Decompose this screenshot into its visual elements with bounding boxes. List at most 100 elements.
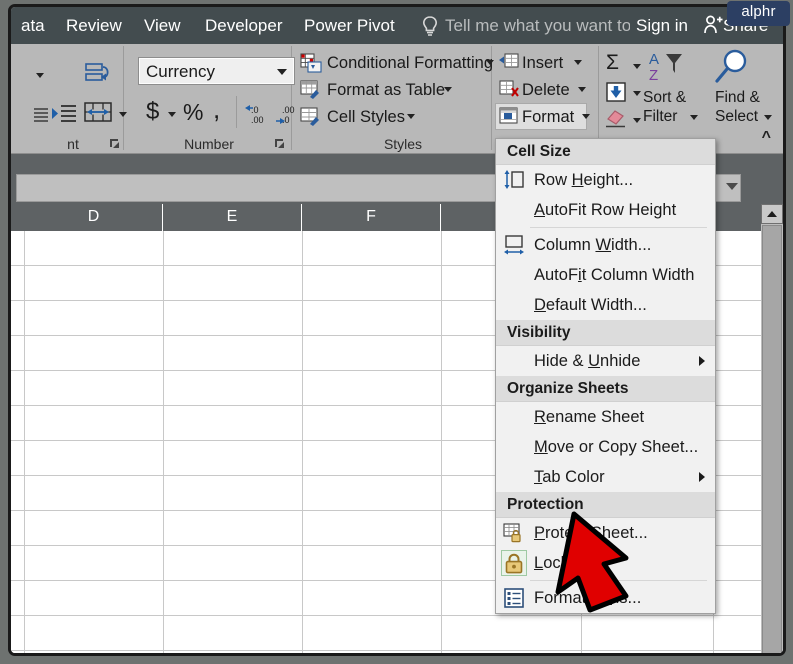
sign-in-link[interactable]: Sign in (636, 12, 688, 39)
column-header-e[interactable]: E (163, 204, 302, 231)
scroll-up-arrow-icon[interactable] (761, 204, 783, 224)
find-select-line2: Select (715, 108, 759, 125)
cell-styles-icon (300, 107, 322, 127)
menu-item-format-cells[interactable]: Format Cells... (496, 583, 715, 613)
fill-down-icon[interactable] (605, 81, 627, 103)
percent-style-button[interactable]: % (183, 99, 203, 125)
autosum-icon[interactable]: Σ (606, 52, 628, 74)
vertical-scroll-thumb[interactable] (762, 225, 782, 653)
merge-dropdown-caret-icon[interactable] (117, 107, 129, 119)
lock-cell-icon (501, 550, 527, 576)
row-height-icon (503, 169, 525, 191)
accounting-number-format-button[interactable]: $ (146, 99, 162, 125)
format-as-table-label: Format as Table (327, 81, 445, 99)
delete-label: Delete (522, 81, 570, 99)
menu-item-hide-and-unhide[interactable]: Hide & Unhide (496, 346, 715, 376)
tab-review[interactable]: Review (66, 12, 122, 40)
number-format-value: Currency (146, 62, 215, 81)
menu-item-tab-color[interactable]: Tab Color (496, 462, 715, 492)
alignment-dialog-launcher[interactable] (109, 138, 121, 150)
menu-item-label: Rename Sheet (534, 408, 645, 426)
submenu-arrow-icon (699, 356, 705, 366)
number-dialog-launcher[interactable] (274, 138, 286, 150)
chevron-down-icon[interactable] (486, 60, 494, 65)
increase-decimal-button[interactable]: .00 .0 (276, 102, 302, 126)
chevron-down-icon[interactable] (444, 87, 452, 92)
menu-section-header-cell-size: Cell Size (496, 139, 715, 165)
increase-indent-icon[interactable] (51, 102, 77, 126)
svg-text:Z: Z (649, 67, 658, 84)
group-divider (598, 46, 599, 150)
format-dropdown-menu[interactable]: Cell Size Row Height... AutoFit Row Heig… (495, 138, 716, 614)
svg-text:.00: .00 (282, 105, 295, 115)
menu-item-row-height[interactable]: Row Height... (496, 165, 715, 195)
number-format-combo[interactable]: Currency (138, 57, 295, 85)
format-cells-ribbon-icon (499, 106, 519, 126)
chevron-down-icon[interactable] (574, 60, 582, 65)
menu-item-default-width[interactable]: Default Width... (496, 290, 715, 320)
comma-style-button[interactable]: , (213, 96, 229, 126)
alignment-dropdown-caret-icon[interactable] (33, 68, 47, 82)
vertical-scrollbar[interactable] (761, 204, 783, 653)
menu-item-label: Lock Cell (534, 554, 602, 572)
menu-separator (530, 227, 707, 228)
menu-item-autofit-column-width[interactable]: AutoFit Column Width (496, 260, 715, 290)
menu-item-label: Move or Copy Sheet... (534, 438, 699, 456)
grid-line-vertical (24, 231, 25, 653)
chevron-down-icon[interactable] (764, 115, 772, 120)
wrap-text-icon[interactable] (83, 60, 113, 90)
menu-item-protect-sheet[interactable]: Protect Sheet... (496, 518, 715, 548)
menu-item-label: Protect Sheet... (534, 524, 648, 542)
fill-caret-icon[interactable] (631, 86, 643, 98)
chevron-down-icon[interactable] (407, 114, 415, 119)
chevron-down-icon[interactable] (578, 87, 586, 92)
chevron-down-icon[interactable] (690, 115, 698, 120)
menu-separator (530, 580, 707, 581)
menu-item-column-width[interactable]: Column Width... (496, 230, 715, 260)
alphr-watermark-label: alphr (741, 3, 776, 20)
group-label-number: Number (184, 136, 234, 152)
sort-filter-line1: Sort & (643, 89, 687, 106)
tab-developer[interactable]: Developer (205, 12, 283, 40)
tab-view[interactable]: View (144, 12, 181, 40)
menu-item-label: AutoFit Row Height (534, 201, 677, 219)
format-cells-icon (503, 587, 525, 609)
chevron-down-icon[interactable] (277, 69, 287, 75)
menu-section-header-organize-sheets: Organize Sheets (496, 376, 715, 402)
menu-item-label: AutoFit Column Width (534, 266, 695, 284)
clear-caret-icon[interactable] (631, 113, 643, 125)
tab-power-pivot[interactable]: Power Pivot (304, 12, 395, 40)
menu-item-label: Tab Color (534, 468, 605, 486)
chevron-down-icon[interactable] (726, 183, 738, 190)
column-header-f[interactable]: F (302, 204, 441, 231)
accounting-caret-icon[interactable] (166, 107, 178, 119)
collapse-ribbon-arrow[interactable]: ^ (762, 129, 771, 147)
menu-item-lock-cell[interactable]: Lock Cell (496, 548, 715, 578)
person-share-icon (703, 13, 723, 37)
clear-eraser-icon[interactable] (605, 108, 629, 130)
menu-item-rename-sheet[interactable]: Rename Sheet (496, 402, 715, 432)
grid-line-horizontal (11, 615, 783, 616)
svg-text:.00: .00 (251, 115, 264, 125)
sort-filter-icon: A Z (649, 50, 691, 84)
insert-cells-icon (499, 53, 519, 73)
decrease-decimal-button[interactable]: .0 .00 (244, 102, 270, 126)
tab-data[interactable]: ata (21, 12, 45, 40)
merge-and-center-icon[interactable] (83, 100, 113, 126)
menu-item-autofit-row-height[interactable]: AutoFit Row Height (496, 195, 715, 225)
menu-item-label: Hide & Unhide (534, 352, 641, 370)
tell-me-search[interactable]: Tell me what you want to do (445, 12, 630, 40)
excel-window-screenshot: ata Review View Developer Power Pivot Te… (0, 0, 793, 664)
grid-line-vertical (163, 231, 164, 653)
menu-item-label: Default Width... (534, 296, 647, 314)
autosum-caret-icon[interactable] (631, 59, 643, 71)
group-divider (123, 46, 124, 150)
lightbulb-icon (421, 15, 439, 37)
column-header-d[interactable]: D (25, 204, 163, 231)
svg-text:A: A (649, 51, 659, 68)
menu-item-move-or-copy-sheet[interactable]: Move or Copy Sheet... (496, 432, 715, 462)
cell-styles-label: Cell Styles (327, 108, 405, 126)
insert-label: Insert (522, 54, 564, 72)
ribbon-tab-strip: ata Review View Developer Power Pivot Te… (11, 7, 783, 44)
chevron-down-icon[interactable] (582, 114, 590, 119)
